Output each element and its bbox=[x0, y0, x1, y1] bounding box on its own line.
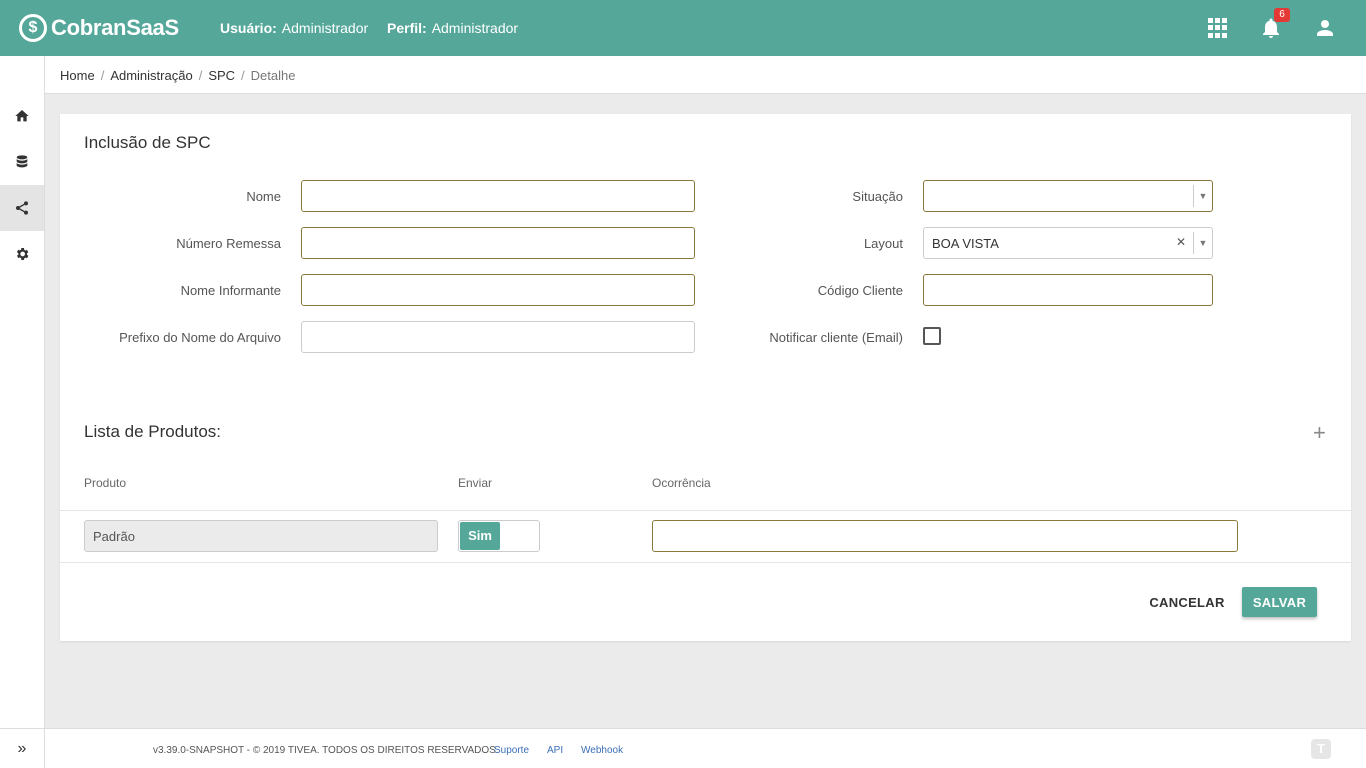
breadcrumb: Home / Administração / SPC / Detalhe bbox=[45, 56, 1366, 94]
layout-value: BOA VISTA bbox=[932, 236, 999, 251]
user-info: Usuário: Administrador bbox=[220, 20, 368, 36]
breadcrumb-separator: / bbox=[198, 68, 203, 83]
nome-informante-input[interactable] bbox=[301, 274, 695, 306]
products-section-title: Lista de Produtos: bbox=[84, 422, 222, 441]
user-value: Administrador bbox=[281, 20, 369, 36]
table-divider bbox=[60, 562, 1351, 563]
gear-icon bbox=[16, 248, 29, 260]
apps-grid-icon[interactable] bbox=[1206, 16, 1230, 40]
notificar-checkbox[interactable] bbox=[923, 327, 941, 345]
notificar-label: Notificar cliente (Email) bbox=[769, 330, 903, 345]
column-header-enviar: Enviar bbox=[458, 476, 493, 490]
numero-remessa-input[interactable] bbox=[301, 227, 695, 259]
tivea-logo-icon: T bbox=[1311, 739, 1331, 759]
prefixo-label: Prefixo do Nome do Arquivo bbox=[119, 330, 281, 345]
ocorrencia-input[interactable] bbox=[652, 520, 1238, 552]
profile-label: Perfil: bbox=[387, 20, 427, 36]
footer: v3.39.0-SNAPSHOT - © 2019 TIVEA. TODOS O… bbox=[45, 728, 1366, 768]
clear-icon[interactable]: ✕ bbox=[1176, 235, 1186, 249]
sidebar-item-home[interactable] bbox=[0, 93, 44, 139]
app-logo[interactable]: $ CobranSaaS bbox=[19, 12, 179, 44]
sidebar-item-settings[interactable] bbox=[0, 231, 44, 277]
home-icon bbox=[15, 110, 29, 122]
column-header-ocorrencia: Ocorrência bbox=[652, 476, 711, 490]
prefixo-input[interactable] bbox=[301, 321, 695, 353]
breadcrumb-spc[interactable]: SPC bbox=[208, 68, 235, 83]
layout-label: Layout bbox=[863, 236, 903, 251]
footer-link-webhook[interactable]: Webhook bbox=[581, 745, 623, 756]
sidebar-item-database[interactable] bbox=[0, 139, 44, 185]
add-product-plus-icon[interactable]: + bbox=[1313, 420, 1326, 446]
situacao-label: Situação bbox=[852, 189, 903, 204]
chevron-down-icon[interactable]: ▼ bbox=[1193, 232, 1212, 254]
spc-form-card: Inclusão de SPC Nome Número Remessa Nome… bbox=[60, 114, 1351, 641]
layout-select[interactable]: BOA VISTA ✕ ▼ bbox=[923, 227, 1213, 259]
database-icon bbox=[16, 155, 28, 168]
codigo-cliente-input[interactable] bbox=[923, 274, 1213, 306]
notification-badge: 6 bbox=[1274, 8, 1290, 22]
app-name: CobranSaaS bbox=[51, 15, 179, 40]
codigo-cliente-label: Código Cliente bbox=[817, 283, 903, 298]
sidebar-expand-button[interactable]: » bbox=[0, 728, 44, 768]
share-icon bbox=[16, 201, 28, 215]
footer-copyright: v3.39.0-SNAPSHOT - © 2019 TIVEA. TODOS O… bbox=[153, 745, 499, 756]
enviar-toggle[interactable]: Sim bbox=[458, 520, 540, 552]
footer-link-suporte[interactable]: Suporte bbox=[494, 745, 529, 756]
logo-dollar-icon: $ bbox=[19, 14, 47, 42]
sidebar-item-share[interactable] bbox=[0, 185, 44, 231]
save-button[interactable]: SALVAR bbox=[1242, 587, 1317, 617]
produto-readonly-field: Padrão bbox=[84, 520, 438, 552]
sidebar: » bbox=[0, 56, 45, 768]
cancel-button[interactable]: CANCELAR bbox=[1140, 587, 1234, 617]
user-label: Usuário: bbox=[220, 20, 277, 36]
toggle-on-label: Sim bbox=[460, 522, 500, 550]
nome-informante-label: Nome Informante bbox=[180, 283, 281, 298]
user-account-icon[interactable] bbox=[1313, 16, 1337, 40]
profile-value: Administrador bbox=[431, 20, 519, 36]
breadcrumb-home[interactable]: Home bbox=[60, 68, 95, 83]
breadcrumb-separator: / bbox=[241, 68, 245, 83]
nome-input[interactable] bbox=[301, 180, 695, 212]
top-bar: $ CobranSaaS Usuário: Administrador Perfi… bbox=[0, 0, 1366, 56]
column-header-produto: Produto bbox=[84, 476, 127, 490]
table-divider bbox=[60, 510, 1351, 511]
situacao-select[interactable]: ▼ bbox=[923, 180, 1213, 212]
nome-label: Nome bbox=[246, 189, 281, 204]
breadcrumb-separator: / bbox=[100, 68, 105, 83]
page-title: Inclusão de SPC bbox=[84, 133, 211, 152]
footer-link-api[interactable]: API bbox=[547, 745, 563, 756]
breadcrumb-current: Detalhe bbox=[250, 68, 296, 83]
numero-remessa-label: Número Remessa bbox=[176, 236, 281, 251]
chevron-down-icon[interactable]: ▼ bbox=[1193, 185, 1212, 207]
breadcrumb-administracao[interactable]: Administração bbox=[110, 68, 192, 83]
profile-info: Perfil: Administrador bbox=[387, 20, 518, 36]
